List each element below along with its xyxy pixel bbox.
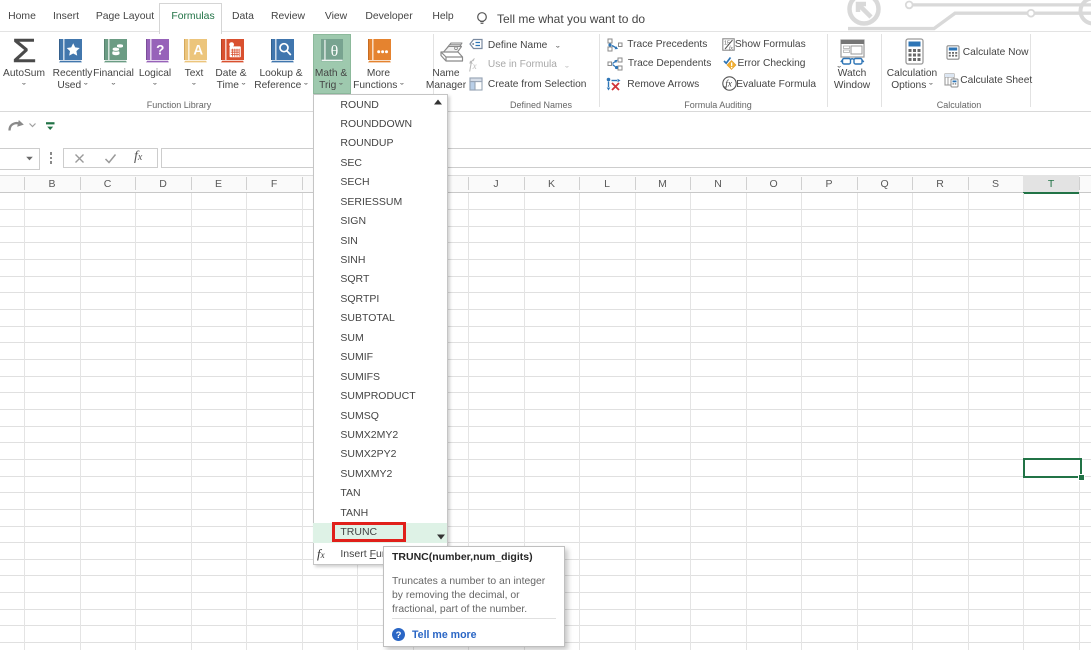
svg-text:A: A bbox=[193, 42, 203, 57]
svg-text:?: ? bbox=[396, 630, 402, 641]
svg-text:θ: θ bbox=[330, 43, 338, 60]
svg-text:?: ? bbox=[156, 42, 164, 57]
svg-text:fx: fx bbox=[729, 44, 734, 51]
svg-text:fx: fx bbox=[725, 79, 732, 89]
